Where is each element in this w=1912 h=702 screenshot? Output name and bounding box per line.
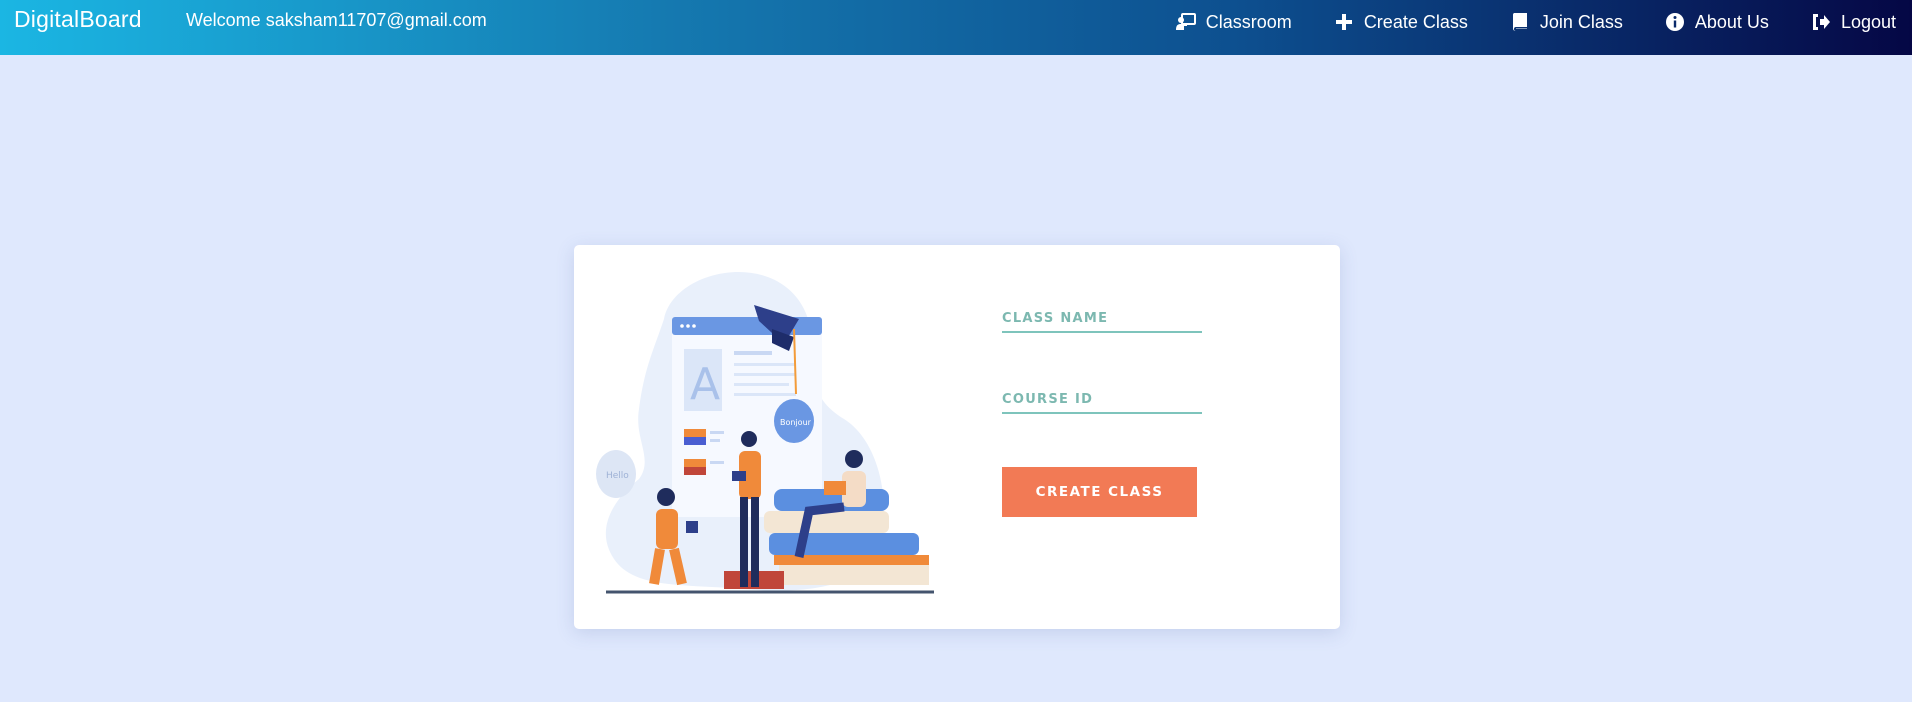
nav-create-class[interactable]: Create Class [1334,12,1468,33]
nav-about-us-label: About Us [1694,11,1769,32]
education-illustration: Hello A Bonjour [596,271,934,594]
book-icon [1510,12,1530,32]
nav-classroom[interactable]: Classroom [1175,11,1292,33]
course-id-input[interactable] [1002,386,1202,412]
nav-logout-label: Logout [1840,11,1896,32]
course-id-field-wrapper [1002,386,1202,414]
top-navbar: DigitalBoard Welcome saksham11707@gmail.… [0,0,1912,55]
svg-text:Bonjour: Bonjour [780,418,812,427]
nav-about-us[interactable]: About Us [1665,12,1769,33]
nav-create-class-label: Create Class [1363,11,1468,32]
svg-text:Hello: Hello [606,471,629,481]
nav-links: Classroom Create Class Join Class About … [1134,0,1896,44]
welcome-text: Welcome saksham11707@gmail.com [186,10,487,30]
nav-join-class-label: Join Class [1539,11,1623,32]
brand-logo[interactable]: DigitalBoard [14,6,142,33]
create-class-button[interactable]: CREATE CLASS [1002,467,1197,517]
class-name-input[interactable] [1002,305,1202,331]
create-class-form: CREATE CLASS [1002,305,1202,517]
svg-text:A: A [690,359,720,410]
nav-classroom-label: Classroom [1205,11,1292,32]
create-class-card: Hello A Bonjour CLASS NAME COURSE ID CRE… [574,245,1340,629]
sign-out-icon [1811,12,1831,32]
info-circle-icon [1665,12,1685,32]
class-name-field-wrapper [1002,305,1202,333]
chalkboard-teacher-icon [1175,12,1196,32]
plus-icon [1334,12,1354,32]
nav-join-class[interactable]: Join Class [1510,12,1623,33]
nav-logout[interactable]: Logout [1811,12,1896,33]
